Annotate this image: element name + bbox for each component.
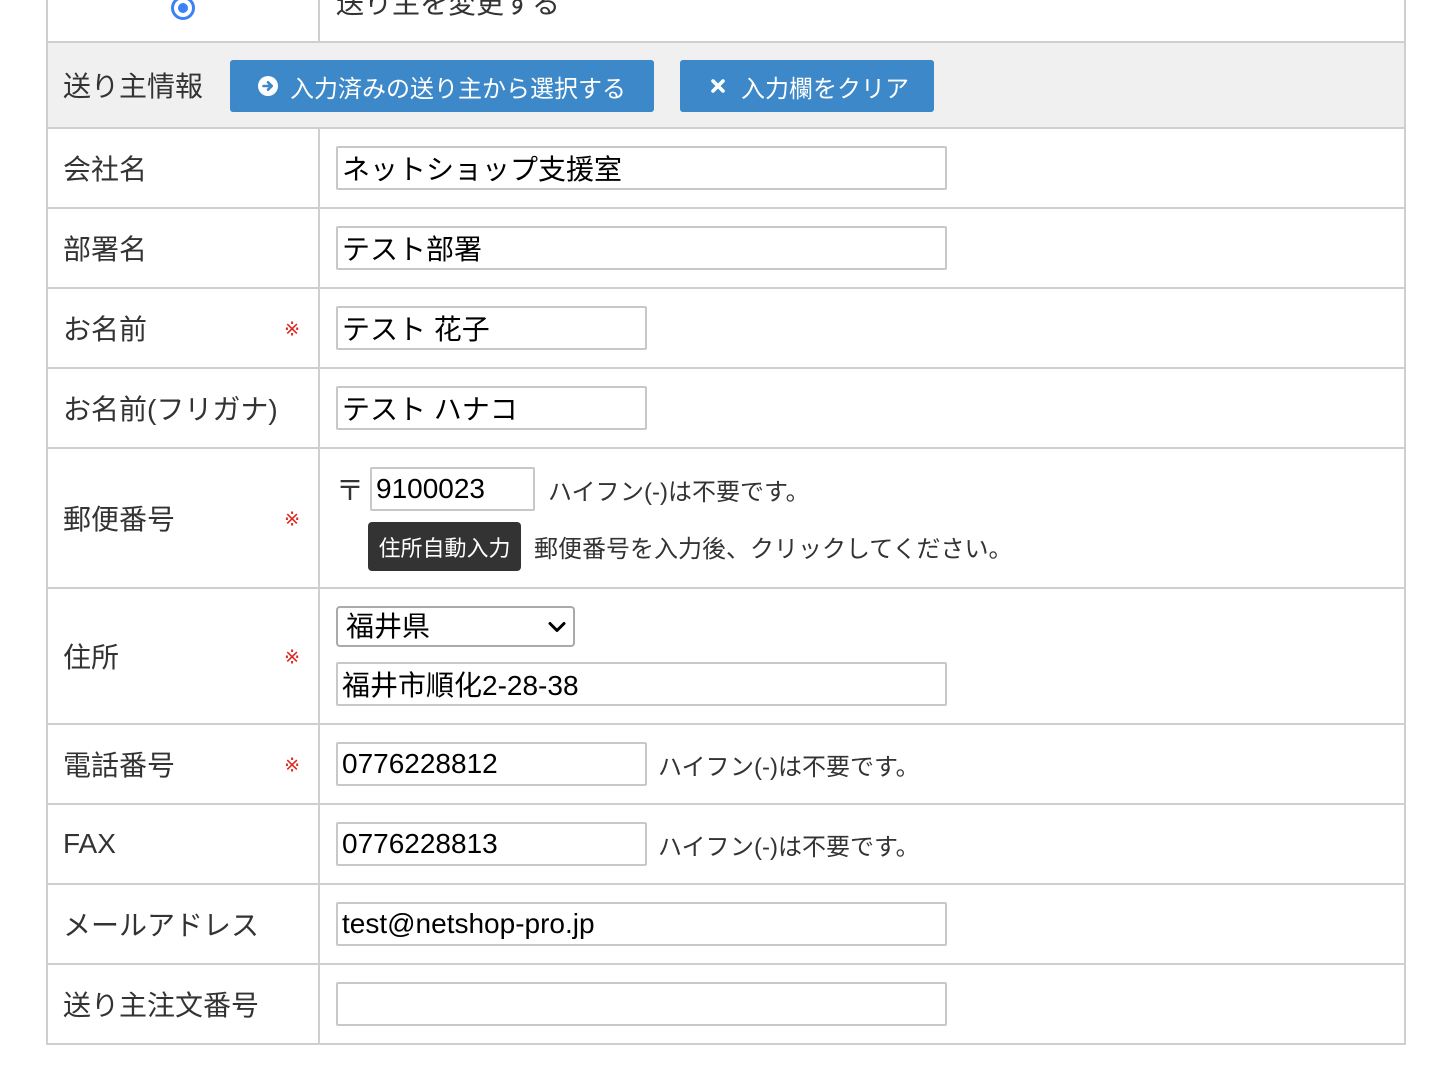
sender-order-number-value-cell (320, 965, 1404, 1043)
postal-mark-symbol: 〒 (336, 475, 365, 506)
department-label: 部署名 (48, 209, 320, 287)
department-input[interactable] (336, 226, 947, 270)
name-kana-input[interactable] (336, 386, 647, 430)
required-mark: ※ (284, 755, 300, 777)
name-kana-label: お名前(フリガナ) (48, 369, 320, 447)
tel-value-cell: ハイフン(-)は不要です。 (320, 725, 1404, 803)
fax-value-cell: ハイフン(-)は不要です。 (320, 805, 1404, 883)
form-row-tel: 電話番号 ※ ハイフン(-)は不要です。 (48, 725, 1404, 805)
change-sender-radio-cell (48, 0, 320, 41)
name-label-cell: お名前 ※ (48, 289, 320, 367)
address-label-cell: 住所 ※ (48, 589, 320, 723)
form-row-change-sender: 送り主を変更する (48, 0, 1404, 43)
sender-form-table: 送り主を変更する 送り主情報 入力済みの送り主から選択する 入力欄をクリア 会社… (46, 0, 1406, 1045)
fax-input[interactable] (336, 822, 647, 866)
form-row-address: 住所 ※ 福井県 (48, 589, 1404, 725)
tel-hyphen-note: ハイフン(-)は不要です。 (658, 753, 920, 781)
sender-order-number-input[interactable] (336, 982, 947, 1026)
address-value-cell: 福井県 (320, 589, 1404, 723)
name-input[interactable] (336, 306, 647, 350)
company-value-cell (320, 129, 1404, 207)
change-sender-label[interactable]: 送り主を変更する (336, 0, 560, 22)
radio-checked-dot (178, 3, 188, 13)
form-row-department: 部署名 (48, 209, 1404, 289)
postal-code-input[interactable] (370, 467, 535, 511)
form-row-company: 会社名 (48, 129, 1404, 209)
clear-fields-label: 入力欄をクリア (741, 75, 909, 103)
email-input[interactable] (336, 902, 947, 946)
form-row-name-kana: お名前(フリガナ) (48, 369, 1404, 449)
name-label: お名前 (63, 314, 148, 345)
select-saved-sender-button[interactable]: 入力済みの送り主から選択する (230, 60, 654, 112)
fax-label: FAX (48, 805, 320, 883)
address-input[interactable] (336, 662, 947, 706)
prefecture-select-wrapper: 福井県 (336, 606, 575, 647)
form-row-email: メールアドレス (48, 885, 1404, 965)
tel-label: 電話番号 (63, 750, 176, 781)
required-mark: ※ (284, 647, 300, 669)
fax-hyphen-note: ハイフン(-)は不要です。 (658, 833, 920, 861)
prefecture-select[interactable]: 福井県 (336, 606, 575, 647)
change-sender-radio[interactable] (171, 0, 195, 20)
department-value-cell (320, 209, 1404, 287)
email-label: メールアドレス (48, 885, 320, 963)
form-row-name: お名前 ※ (48, 289, 1404, 369)
postal-code-input-line: 〒 ハイフン(-)は不要です。 (336, 467, 810, 511)
postal-code-hyphen-note: ハイフン(-)は不要です。 (548, 478, 810, 506)
form-row-postal-code: 郵便番号 ※ 〒 ハイフン(-)は不要です。 住所自動入力 郵便番号を入力後、ク… (48, 449, 1404, 589)
form-row-fax: FAX ハイフン(-)は不要です。 (48, 805, 1404, 885)
select-saved-sender-label: 入力済みの送り主から選択する (290, 75, 626, 103)
tel-label-cell: 電話番号 ※ (48, 725, 320, 803)
times-icon (710, 78, 726, 94)
address-autofill-note: 郵便番号を入力後、クリックしてください。 (534, 536, 1013, 563)
change-sender-label-cell: 送り主を変更する (320, 0, 1404, 41)
section-title: 送り主情報 (63, 71, 204, 102)
postal-code-label: 郵便番号 (63, 504, 176, 535)
sender-order-number-label: 送り主注文番号 (48, 965, 320, 1043)
sender-info-header: 送り主情報 入力済みの送り主から選択する 入力欄をクリア (48, 43, 1404, 129)
arrow-circle-right-icon (258, 76, 278, 96)
form-row-sender-order-number: 送り主注文番号 (48, 965, 1404, 1045)
email-value-cell (320, 885, 1404, 963)
tel-input[interactable] (336, 742, 647, 786)
required-mark: ※ (284, 509, 300, 531)
postal-code-label-cell: 郵便番号 ※ (48, 449, 320, 587)
company-input[interactable] (336, 146, 947, 190)
company-label: 会社名 (48, 129, 320, 207)
clear-fields-button[interactable]: 入力欄をクリア (680, 60, 934, 112)
required-mark: ※ (284, 319, 300, 341)
name-value-cell (320, 289, 1404, 367)
address-autofill-line: 住所自動入力 郵便番号を入力後、クリックしてください。 (368, 522, 1013, 571)
address-autofill-button[interactable]: 住所自動入力 (368, 522, 521, 571)
name-kana-value-cell (320, 369, 1404, 447)
postal-code-value-cell: 〒 ハイフン(-)は不要です。 住所自動入力 郵便番号を入力後、クリックしてくだ… (320, 449, 1404, 587)
address-label: 住所 (63, 642, 120, 673)
